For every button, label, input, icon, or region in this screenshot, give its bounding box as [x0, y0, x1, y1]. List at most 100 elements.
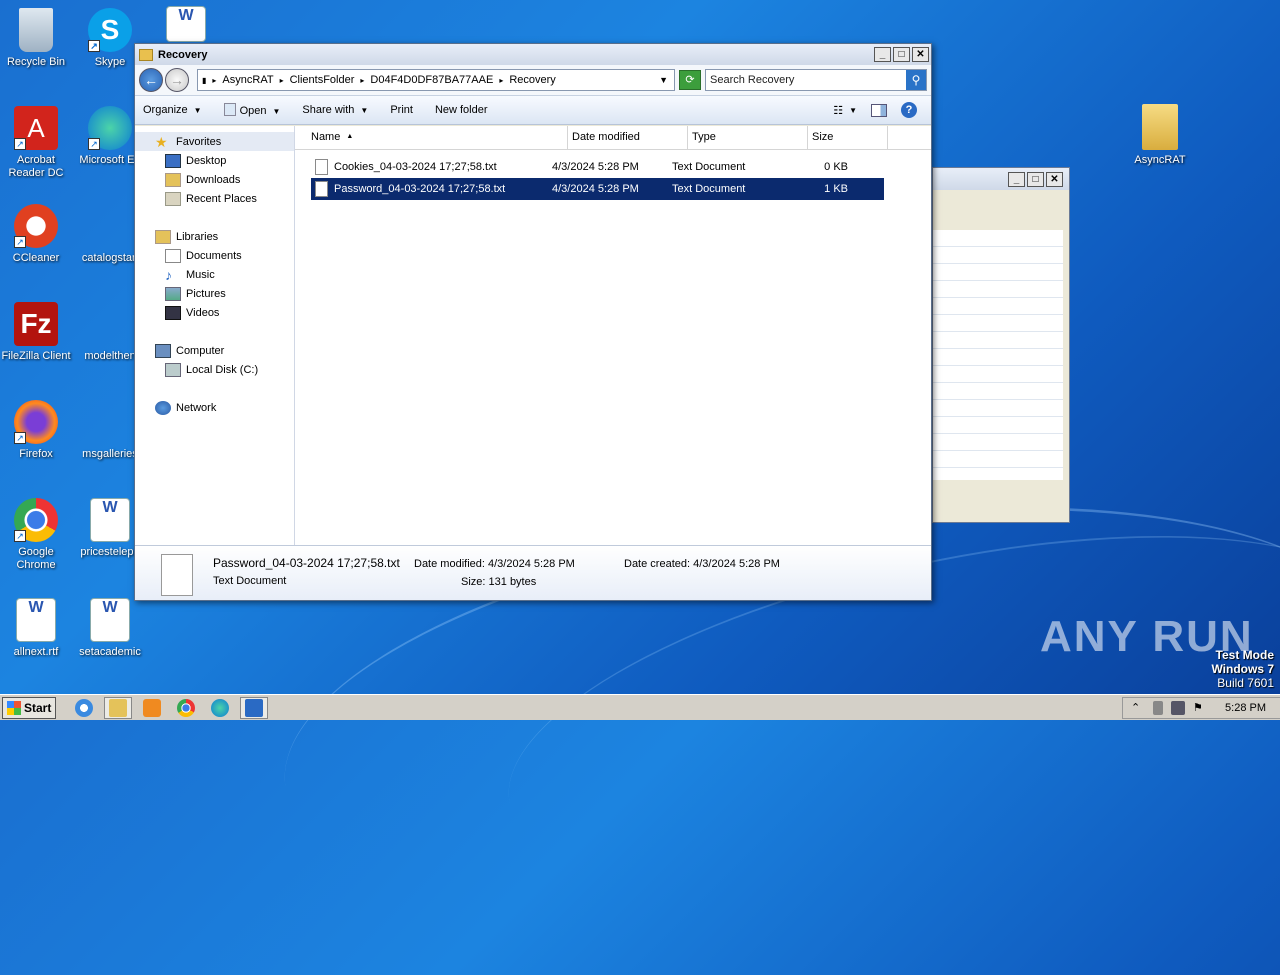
network-icon [155, 400, 171, 415]
filezilla-icon: Fz [14, 302, 58, 346]
close-button[interactable]: ✕ [1046, 171, 1063, 187]
nav-desktop[interactable]: Desktop [135, 151, 294, 170]
nav-libraries[interactable]: Libraries [135, 227, 294, 246]
column-name[interactable]: Name ▲ [307, 126, 568, 149]
disk-icon [165, 362, 181, 377]
explorer-window[interactable]: Recovery _ □ ✕ ← → ▮ ▸ AsyncRAT ▸ Client… [134, 43, 932, 601]
view-options-icon[interactable]: ☷ [833, 104, 843, 117]
title-bar: Recovery _ □ ✕ [135, 44, 931, 65]
shortcut-arrow-icon: ↗ [14, 236, 26, 248]
network-icon[interactable] [1171, 700, 1186, 715]
search-input[interactable]: Search Recovery ⚲ [705, 69, 927, 91]
file-date: 4/3/2024 5:28 PM [552, 183, 639, 195]
address-bar[interactable]: ▮ ▸ AsyncRAT ▸ ClientsFolder ▸ D04F4D0DF… [197, 69, 675, 91]
nav-local-disk[interactable]: Local Disk (C:) [135, 360, 294, 379]
desktop-icon-acrobat[interactable]: A ↗ Acrobat Reader DC [0, 106, 74, 180]
breadcrumb-item[interactable]: D04F4D0DF87BA77AAE [370, 74, 493, 86]
chevron-up-icon[interactable]: ⌃ [1131, 701, 1145, 715]
desktop-icon-setacademic[interactable]: W setacademic [72, 598, 148, 659]
close-button[interactable]: ✕ [912, 47, 929, 62]
column-size[interactable]: Size [808, 126, 888, 149]
videos-icon [165, 305, 181, 320]
minimize-button[interactable]: _ [1008, 171, 1025, 187]
details-size: Size: 131 bytes [461, 576, 537, 588]
volume-icon[interactable] [1153, 700, 1164, 715]
column-date-modified[interactable]: Date modified [568, 126, 688, 149]
minimize-button[interactable]: _ [874, 47, 891, 62]
text-file-icon [315, 159, 328, 175]
forward-button[interactable]: → [165, 68, 189, 92]
desktop-icon-ccleaner[interactable]: ↗ CCleaner [0, 204, 74, 265]
chevron-icon[interactable]: ▸ [499, 76, 503, 85]
print-button[interactable]: Print [390, 104, 413, 116]
nav-videos[interactable]: Videos [135, 303, 294, 322]
background-window[interactable]: _ □ ✕ [932, 167, 1070, 523]
maximize-button[interactable]: □ [893, 47, 910, 62]
taskbar-media[interactable] [138, 697, 166, 719]
nav-recent-places[interactable]: Recent Places [135, 189, 294, 208]
nav-documents[interactable]: Documents [135, 246, 294, 265]
pictures-icon [165, 286, 181, 301]
desktop-icon-firefox[interactable]: ↗ Firefox [0, 400, 74, 461]
desktop-icon-recycle-bin[interactable]: Recycle Bin [0, 8, 74, 69]
refresh-button[interactable]: ⟳ [679, 70, 701, 90]
nav-pictures[interactable]: Pictures [135, 284, 294, 303]
file-type: Text Document [672, 161, 746, 173]
details-pane: Password_04-03-2024 17;27;58.txt Text Do… [135, 545, 931, 600]
back-button[interactable]: ← [139, 68, 163, 92]
documents-icon [165, 248, 181, 263]
details-filename: Password_04-03-2024 17;27;58.txt [213, 556, 400, 570]
chevron-down-icon[interactable]: ▼ [849, 106, 857, 115]
share-with-button[interactable]: Share with ▼ [302, 104, 368, 116]
shortcut-arrow-icon: ↗ [14, 530, 26, 542]
desktop-icon-asyncrat[interactable]: AsyncRAT [1122, 104, 1198, 167]
breadcrumb-item[interactable]: Recovery [509, 74, 555, 86]
nav-computer[interactable]: Computer [135, 341, 294, 360]
chevron-icon[interactable]: ▸ [360, 76, 364, 85]
start-button[interactable]: Start [2, 696, 56, 719]
chevron-down-icon[interactable]: ▼ [659, 75, 668, 85]
taskbar: Start ⌃ ⚑ 5:28 PM [0, 694, 1280, 720]
taskbar-ie[interactable] [70, 697, 98, 719]
details-type: Text Document [213, 575, 287, 587]
preview-pane-icon[interactable] [871, 103, 887, 117]
taskbar-chrome[interactable] [172, 697, 200, 719]
shortcut-arrow-icon: ↗ [14, 138, 26, 150]
nav-downloads[interactable]: Downloads [135, 170, 294, 189]
search-icon[interactable]: ⚲ [906, 70, 926, 90]
action-center-flag-icon[interactable]: ⚑ [1193, 701, 1207, 715]
folder-icon: ▮ [202, 75, 207, 85]
nav-music[interactable]: ♪ Music [135, 265, 294, 284]
file-row-selected[interactable]: Password_04-03-2024 17;27;58.txt 4/3/202… [311, 178, 884, 200]
recent-places-icon [165, 191, 181, 206]
desktop-icon-filezilla[interactable]: Fz FileZilla Client [0, 302, 74, 363]
edge-icon [211, 698, 229, 717]
nav-network[interactable]: Network [135, 398, 294, 417]
music-icon: ♪ [165, 266, 172, 283]
maximize-button[interactable]: □ [1027, 171, 1044, 187]
new-folder-button[interactable]: New folder [435, 104, 488, 116]
column-type[interactable]: Type [688, 126, 808, 149]
chevron-icon[interactable]: ▸ [212, 76, 216, 85]
help-icon[interactable]: ? [901, 102, 917, 118]
file-row[interactable]: Cookies_04-03-2024 17;27;58.txt 4/3/2024… [311, 156, 884, 178]
breadcrumb-item[interactable]: AsyncRAT [222, 74, 273, 86]
clock[interactable]: 5:28 PM [1225, 702, 1272, 714]
breadcrumb-item[interactable]: ClientsFolder [290, 74, 355, 86]
folder-icon [109, 698, 127, 717]
organize-button[interactable]: Organize ▼ [143, 104, 202, 116]
desktop-icon-chrome[interactable]: ↗ Google Chrome [0, 498, 74, 572]
command-bar: Organize ▼ Open ▼ Share with ▼ Print New fo… [135, 95, 931, 125]
test-mode-text: Test Mode Windows 7 Build 7601 [1211, 648, 1274, 690]
shortcut-arrow-icon: ↗ [88, 138, 100, 150]
desktop-icon-word-doc[interactable]: W [148, 6, 224, 46]
taskbar-edge[interactable] [206, 697, 234, 719]
chevron-icon[interactable]: ▸ [280, 76, 284, 85]
nav-favorites[interactable]: ★ Favorites [135, 132, 294, 151]
open-button[interactable]: Open ▼ [223, 103, 280, 117]
desktop-icon-allnext[interactable]: W allnext.rtf [0, 598, 74, 659]
word-document-icon: W [16, 598, 56, 642]
navigation-pane: ★ Favorites Desktop Downloads Recent Plac… [135, 126, 295, 545]
taskbar-asyncrat[interactable] [240, 696, 268, 719]
taskbar-explorer[interactable] [104, 696, 132, 719]
